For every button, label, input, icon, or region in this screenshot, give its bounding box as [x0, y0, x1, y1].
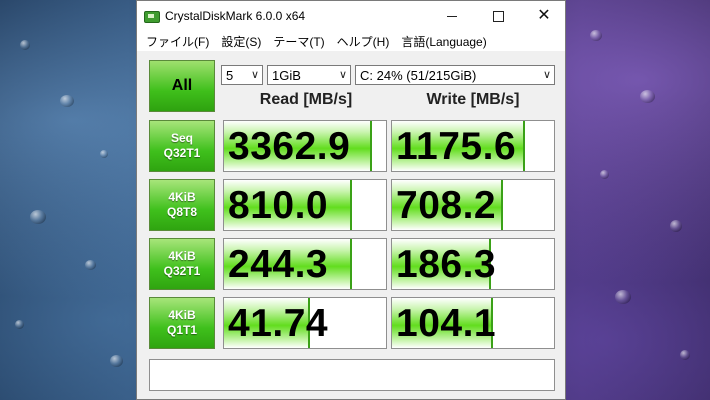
water-drop	[590, 30, 602, 41]
row-label-top: 4KiB	[168, 249, 196, 263]
read-value: 244.3	[228, 243, 329, 286]
row-label-bottom: Q1T1	[166, 323, 197, 337]
run-all-button[interactable]: All	[149, 60, 215, 112]
menu-settings[interactable]: 設定(S)	[215, 33, 267, 50]
write-value: 104.1	[396, 302, 497, 345]
4kib-q8t8-write-result: 708.2	[391, 179, 555, 231]
row-label-bottom: Q32T1	[163, 146, 201, 160]
row-label-bottom: Q8T8	[166, 205, 197, 219]
4kib-q1t1-write-result: 104.1	[391, 297, 555, 349]
water-drop	[30, 210, 46, 224]
water-drop	[60, 95, 74, 107]
read-value: 3362.9	[228, 125, 351, 168]
4kib-q8t8-test-button[interactable]: 4KiB Q8T8	[149, 179, 215, 231]
4kib-q1t1-read-result: 41.74	[223, 297, 387, 349]
4kib-q32t1-read-result: 244.3	[223, 238, 387, 290]
title-bar[interactable]: CrystalDiskMark 6.0.0 x64 ✕	[137, 1, 565, 31]
maximize-icon	[492, 10, 504, 22]
test-size-value: 1GiB	[272, 67, 301, 83]
4kib-q32t1-write-result: 186.3	[391, 238, 555, 290]
app-disk-icon	[143, 8, 160, 24]
seq-q32t1-write-result: 1175.6	[391, 120, 555, 172]
close-button[interactable]: ✕	[521, 1, 567, 31]
row-label-top: 4KiB	[168, 308, 196, 322]
read-value: 810.0	[228, 184, 329, 227]
write-column-header: Write [MB/s]	[426, 91, 520, 108]
test-count-select[interactable]: 5 ∨	[221, 65, 263, 85]
water-drop	[670, 220, 682, 232]
row-label-bottom: Q32T1	[163, 264, 201, 278]
4kib-q32t1-test-button[interactable]: 4KiB Q32T1	[149, 238, 215, 290]
menu-theme[interactable]: テーマ(T)	[267, 33, 330, 50]
test-count-value: 5	[226, 67, 234, 83]
row-label-top: Seq	[170, 131, 193, 145]
read-column-header: Read [MB/s]	[259, 91, 353, 108]
menu-bar: ファイル(F) 設定(S) テーマ(T) ヘルプ(H) 言語(Language)	[137, 31, 565, 51]
water-drop	[680, 350, 690, 360]
minimize-button[interactable]	[429, 1, 475, 31]
drive-select[interactable]: C: 24% (51/215GiB) ∨	[355, 65, 555, 85]
4kib-q8t8-read-result: 810.0	[223, 179, 387, 231]
seq-q32t1-test-button[interactable]: Seq Q32T1	[149, 120, 215, 172]
chevron-down-icon: ∨	[250, 69, 259, 81]
water-drop	[85, 260, 96, 270]
water-drop	[20, 40, 30, 50]
row-label-top: 4KiB	[168, 190, 196, 204]
window-title: CrystalDiskMark 6.0.0 x64	[165, 9, 306, 23]
minimize-icon	[447, 15, 457, 17]
menu-file[interactable]: ファイル(F)	[140, 33, 215, 50]
drive-value: C: 24% (51/215GiB)	[360, 67, 477, 83]
chevron-down-icon: ∨	[338, 69, 347, 81]
water-drop	[15, 320, 24, 329]
water-drop	[110, 355, 123, 367]
menu-language[interactable]: 言語(Language)	[395, 33, 492, 50]
comment-field[interactable]	[149, 359, 555, 391]
read-value: 41.74	[228, 302, 329, 345]
water-drop	[100, 150, 108, 158]
water-drop	[600, 170, 609, 179]
test-size-select[interactable]: 1GiB ∨	[267, 65, 351, 85]
write-value: 708.2	[396, 184, 497, 227]
menu-help[interactable]: ヘルプ(H)	[331, 33, 396, 50]
seq-q32t1-read-result: 3362.9	[223, 120, 387, 172]
close-icon: ✕	[537, 7, 551, 24]
write-value: 1175.6	[396, 125, 517, 168]
4kib-q1t1-test-button[interactable]: 4KiB Q1T1	[149, 297, 215, 349]
maximize-button[interactable]	[475, 1, 521, 31]
water-drop	[640, 90, 655, 103]
crystaldiskmark-window: CrystalDiskMark 6.0.0 x64 ✕ ファイル(F) 設定(S…	[136, 0, 566, 400]
water-drop	[615, 290, 631, 304]
write-value: 186.3	[396, 243, 497, 286]
benchmark-panel: All 5 ∨ 1GiB ∨ C: 24% (51/215GiB) ∨ Read…	[137, 51, 565, 399]
chevron-down-icon: ∨	[542, 69, 551, 81]
